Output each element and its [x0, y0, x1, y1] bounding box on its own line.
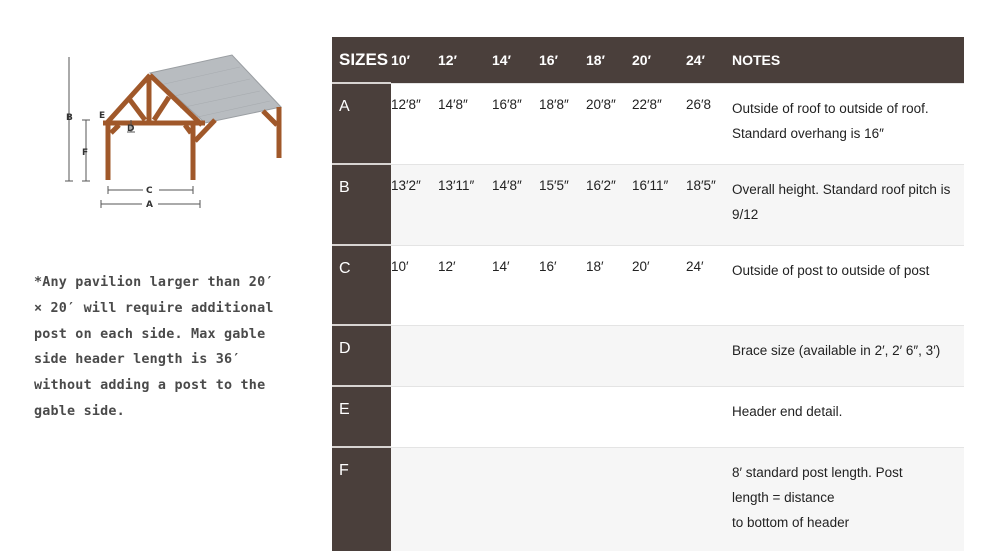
table-row: E Header end detail. — [332, 385, 964, 447]
cell-value: 16′2″ — [586, 163, 632, 245]
label-a: A — [146, 200, 153, 210]
footnote: *Any pavilion larger than 20′ × 20′ will… — [34, 270, 304, 425]
header-notes: NOTES — [732, 37, 964, 83]
label-c: C — [146, 186, 153, 196]
header-size-col: 16′ — [539, 37, 586, 83]
cell-value: 16′8″ — [492, 82, 539, 164]
note-line: to bottom of header — [732, 514, 850, 530]
cell-value: 24′ — [686, 244, 732, 325]
cell-value: 14′8″ — [438, 82, 492, 164]
cell-value: 13′11″ — [438, 163, 492, 245]
cell-value: 18′5″ — [686, 163, 732, 245]
header-size-col: 18′ — [586, 37, 632, 83]
header-size-col: 10′ — [391, 37, 438, 83]
cell-note: Overall height. Standard roof pitch is 9… — [732, 163, 964, 245]
header-sizes: SIZES — [332, 37, 391, 83]
cell-value: 12′8″ — [391, 82, 438, 164]
note-line: 8′ standard post length. Post — [732, 464, 903, 480]
cell-empty — [391, 446, 732, 551]
cell-value: 18′ — [586, 244, 632, 325]
cell-value: 16′ — [539, 244, 586, 325]
cell-value: 22′8″ — [632, 82, 686, 164]
cell-value: 10′ — [391, 244, 438, 325]
row-key: C — [332, 244, 391, 325]
cell-value: 26′8 — [686, 82, 732, 164]
row-key: E — [332, 385, 391, 447]
cell-value: 16′11″ — [632, 163, 686, 245]
cell-value: 20′ — [632, 244, 686, 325]
cell-empty — [391, 385, 732, 447]
cell-value: 14′ — [492, 244, 539, 325]
table-row: A 12′8″ 14′8″ 16′8″ 18′8″ 20′8″ 22′8″ 26… — [332, 82, 964, 164]
footnote-line: × 20′ will require additional — [34, 300, 274, 316]
table-header-row: SIZES 10′ 12′ 14′ 16′ 18′ 20′ 24′ NOTES — [332, 37, 964, 83]
pavilion-diagram: B E D F C A — [55, 45, 295, 215]
cell-note: Header end detail. — [732, 385, 964, 447]
cell-note: 8′ standard post length. Post length = d… — [732, 446, 964, 551]
label-d: D — [127, 124, 134, 134]
cell-value: 12′ — [438, 244, 492, 325]
row-key: F — [332, 446, 391, 551]
footnote-line: *Any pavilion larger than 20′ — [34, 275, 274, 290]
cell-value: 20′8″ — [586, 82, 632, 164]
footnote-line: post on each side. Max gable — [34, 326, 266, 342]
row-key: D — [332, 324, 391, 386]
header-size-col: 12′ — [438, 37, 492, 83]
cell-value: 18′8″ — [539, 82, 586, 164]
header-size-col: 14′ — [492, 37, 539, 83]
cell-note: Brace size (available in 2′, 2′ 6″, 3′) — [732, 324, 964, 386]
cell-note: Outside of post to outside of post — [732, 244, 964, 325]
table-row: C 10′ 12′ 14′ 16′ 18′ 20′ 24′ Outside of… — [332, 244, 964, 325]
pavilion-illustration: B E D F C A — [65, 54, 282, 210]
sizes-table: SIZES 10′ 12′ 14′ 16′ 18′ 20′ 24′ NOTES … — [332, 37, 964, 551]
header-size-col: 24′ — [686, 37, 732, 83]
header-size-col: 20′ — [632, 37, 686, 83]
cell-value: 15′5″ — [539, 163, 586, 245]
table-row: D Brace size (available in 2′, 2′ 6″, 3′… — [332, 324, 964, 386]
note-line: length = distance — [732, 489, 835, 505]
cell-value: 14′8″ — [492, 163, 539, 245]
row-key: B — [332, 163, 391, 245]
footnote-line: side header length is 36′ — [34, 352, 241, 368]
label-b: B — [66, 113, 73, 123]
table-row: F 8′ standard post length. Post length =… — [332, 446, 964, 551]
cell-value: 13′2″ — [391, 163, 438, 245]
label-e: E — [99, 111, 105, 121]
row-key: A — [332, 82, 391, 164]
table-row: B 13′2″ 13′11″ 14′8″ 15′5″ 16′2″ 16′11″ … — [332, 163, 964, 245]
cell-empty — [391, 324, 732, 386]
label-f: F — [82, 148, 88, 158]
cell-note: Outside of roof to outside of roof. Stan… — [732, 82, 964, 164]
footnote-line: without adding a post to the — [34, 378, 266, 394]
footnote-line: gable side. — [34, 403, 125, 419]
